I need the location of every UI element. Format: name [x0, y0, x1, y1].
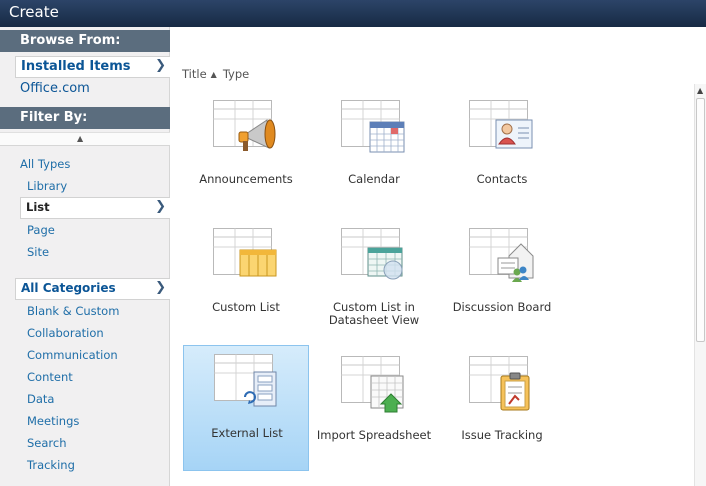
template-label: Announcements	[199, 172, 293, 186]
scrollbar-thumb[interactable]	[696, 98, 705, 342]
filter-category-communication[interactable]: Communication	[27, 346, 118, 366]
filter-category-meetings[interactable]: Meetings	[27, 412, 79, 432]
filter-list-label: List	[26, 200, 50, 214]
filter-page[interactable]: Page	[27, 221, 55, 241]
filter-all-categories-label: All Categories	[21, 281, 116, 295]
template-tile-contacts[interactable]: Contacts	[439, 92, 565, 218]
template-tile-external-list[interactable]: External List	[183, 345, 309, 471]
filter-scroll-up-button[interactable]: ▲	[0, 132, 170, 146]
import-spreadsheet-icon	[341, 356, 404, 413]
template-label: Issue Tracking	[461, 428, 543, 442]
filter-category-data[interactable]: Data	[27, 390, 54, 410]
template-label: External List	[211, 426, 283, 440]
filter-category-search[interactable]: Search	[27, 434, 67, 454]
chevron-right-icon: ❯	[155, 58, 166, 73]
vertical-scrollbar[interactable]: ▲	[694, 84, 706, 486]
sort-by-type[interactable]: Type	[223, 67, 249, 81]
template-label: Calendar	[348, 172, 400, 186]
filter-category-tracking[interactable]: Tracking	[27, 456, 75, 476]
filter-library[interactable]: Library	[27, 177, 67, 197]
chevron-up-icon: ▲	[77, 134, 84, 143]
chevron-right-icon: ❯	[155, 280, 166, 295]
browse-office-com[interactable]: Office.com	[15, 79, 170, 101]
template-label: Custom List	[212, 300, 280, 314]
calendar-icon	[341, 100, 405, 153]
scroll-up-arrow-icon[interactable]: ▲	[697, 86, 703, 95]
browse-installed-items-label: Installed Items	[21, 59, 131, 74]
filter-all-categories[interactable]: All Categories ❯	[15, 278, 170, 300]
browse-from-heading: Browse From:	[0, 30, 170, 52]
template-label: Custom List in Datasheet View	[328, 300, 420, 327]
external-list-icon	[214, 354, 277, 407]
template-tile-discussion-board[interactable]: Discussion Board	[439, 220, 565, 346]
filter-category-blank-custom[interactable]: Blank & Custom	[27, 302, 119, 322]
dialog-title-bar: Create	[0, 0, 706, 27]
template-tile-issue-tracking[interactable]: Issue Tracking	[439, 348, 565, 474]
contacts-icon	[469, 100, 533, 149]
sidebar: Browse From: Installed Items ❯ Office.co…	[0, 27, 170, 486]
filter-category-content[interactable]: Content	[27, 368, 73, 388]
template-gallery: Title ▲ Type Announcements Calendar Cont…	[170, 27, 706, 486]
issue-tracking-icon	[469, 356, 530, 411]
template-label: Discussion Board	[452, 300, 552, 314]
template-tile-datasheet[interactable]: Custom List in Datasheet View	[311, 220, 437, 346]
template-tile-custom-list[interactable]: Custom List	[183, 220, 309, 346]
dialog-title: Create	[9, 3, 59, 21]
filter-by-heading: Filter By:	[0, 107, 170, 129]
filter-all-types[interactable]: All Types	[20, 155, 70, 175]
chevron-right-icon: ❯	[155, 199, 166, 214]
filter-site[interactable]: Site	[27, 243, 49, 263]
browse-office-com-label: Office.com	[20, 81, 90, 96]
sort-ascending-icon: ▲	[210, 70, 217, 79]
filter-category-collaboration[interactable]: Collaboration	[27, 324, 104, 344]
discussion-board-icon	[469, 228, 534, 282]
custom-list-icon	[213, 228, 277, 277]
announcements-icon	[213, 100, 276, 151]
filter-list[interactable]: List ❯	[20, 197, 170, 219]
template-tile-calendar[interactable]: Calendar	[311, 92, 437, 218]
template-label: Import Spreadsheet	[316, 428, 432, 442]
sort-bar: Title ▲ Type	[182, 67, 249, 81]
template-label: Contacts	[476, 172, 528, 186]
sort-by-title[interactable]: Title	[182, 67, 207, 81]
template-tile-import-spreadsheet[interactable]: Import Spreadsheet	[311, 348, 437, 474]
template-tile-announcements[interactable]: Announcements	[183, 92, 309, 218]
datasheet-icon	[341, 228, 403, 280]
browse-installed-items[interactable]: Installed Items ❯	[15, 56, 170, 78]
